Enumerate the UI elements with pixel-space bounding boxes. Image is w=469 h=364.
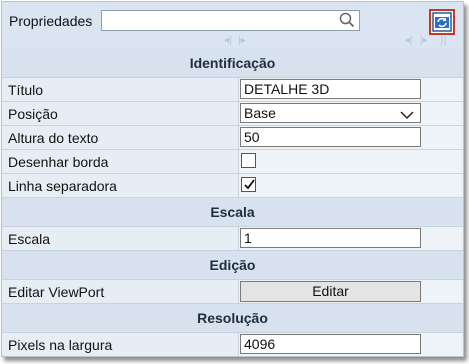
desenhar-borda-checkbox[interactable] bbox=[241, 153, 256, 168]
property-row-linha: Linha separadora bbox=[2, 174, 463, 198]
search-input[interactable] bbox=[101, 10, 360, 31]
editar-viewport-button[interactable]: Editar bbox=[240, 281, 421, 302]
section-edicao[interactable]: Edição bbox=[2, 251, 463, 280]
properties-panel: Propriedades ◂| |▸ ◂| |▸ ⟩| Identificaçã… bbox=[1, 1, 464, 357]
property-label: Escala bbox=[8, 231, 51, 247]
property-label: Pixels na largura bbox=[8, 337, 113, 353]
property-row-escala: Escala 1 bbox=[2, 227, 463, 251]
section-identificacao[interactable]: Identificação bbox=[2, 49, 463, 78]
pixels-field[interactable]: 4096 bbox=[240, 334, 421, 354]
chevron-down-icon[interactable] bbox=[400, 107, 414, 125]
property-row-viewport: Editar ViewPort Editar bbox=[2, 280, 463, 304]
property-label: Desenhar borda bbox=[8, 154, 109, 170]
property-label: Posição bbox=[8, 106, 58, 122]
panel-title: Propriedades bbox=[9, 13, 93, 29]
property-row-borda: Desenhar borda bbox=[2, 150, 463, 174]
refresh-view-icon bbox=[432, 12, 452, 32]
property-label: Altura do texto bbox=[8, 130, 99, 146]
property-row-posicao: Posição Base bbox=[2, 102, 463, 126]
property-row-altura: Altura do texto 50 bbox=[2, 126, 463, 150]
section-resolucao[interactable]: Resolução bbox=[2, 304, 463, 333]
section-escala[interactable]: Escala bbox=[2, 198, 463, 227]
property-label: Título bbox=[8, 82, 44, 98]
horizontal-scroll-indicators: ◂| |▸ ◂| |▸ ⟩| bbox=[2, 35, 463, 49]
property-row-pixels: Pixels na largura 4096 bbox=[2, 333, 463, 356]
checkmark-icon bbox=[244, 179, 255, 190]
altura-field[interactable]: 50 bbox=[240, 127, 421, 147]
scroll-end-icon[interactable]: ⟩| bbox=[440, 35, 447, 46]
posicao-selected-value: Base bbox=[244, 105, 276, 121]
scroll-left-icon[interactable]: ◂| bbox=[224, 35, 232, 46]
refresh-view-button[interactable] bbox=[429, 9, 455, 35]
scroll-right-icon[interactable]: |▸ bbox=[238, 35, 246, 46]
property-label: Linha separadora bbox=[8, 178, 117, 194]
linha-separadora-checkbox[interactable] bbox=[241, 177, 256, 192]
escala-field[interactable]: 1 bbox=[240, 228, 421, 248]
property-label: Editar ViewPort bbox=[8, 284, 105, 300]
scroll-left-icon[interactable]: ◂| bbox=[405, 35, 413, 46]
titulo-field[interactable]: DETALHE 3D bbox=[240, 79, 421, 99]
magnifier-icon[interactable] bbox=[339, 12, 355, 31]
scroll-right-icon[interactable]: |▸ bbox=[420, 35, 428, 46]
property-grid: Identificação Título DETALHE 3D Posição … bbox=[2, 49, 463, 356]
posicao-select[interactable]: Base bbox=[240, 103, 421, 123]
property-row-titulo: Título DETALHE 3D bbox=[2, 78, 463, 102]
